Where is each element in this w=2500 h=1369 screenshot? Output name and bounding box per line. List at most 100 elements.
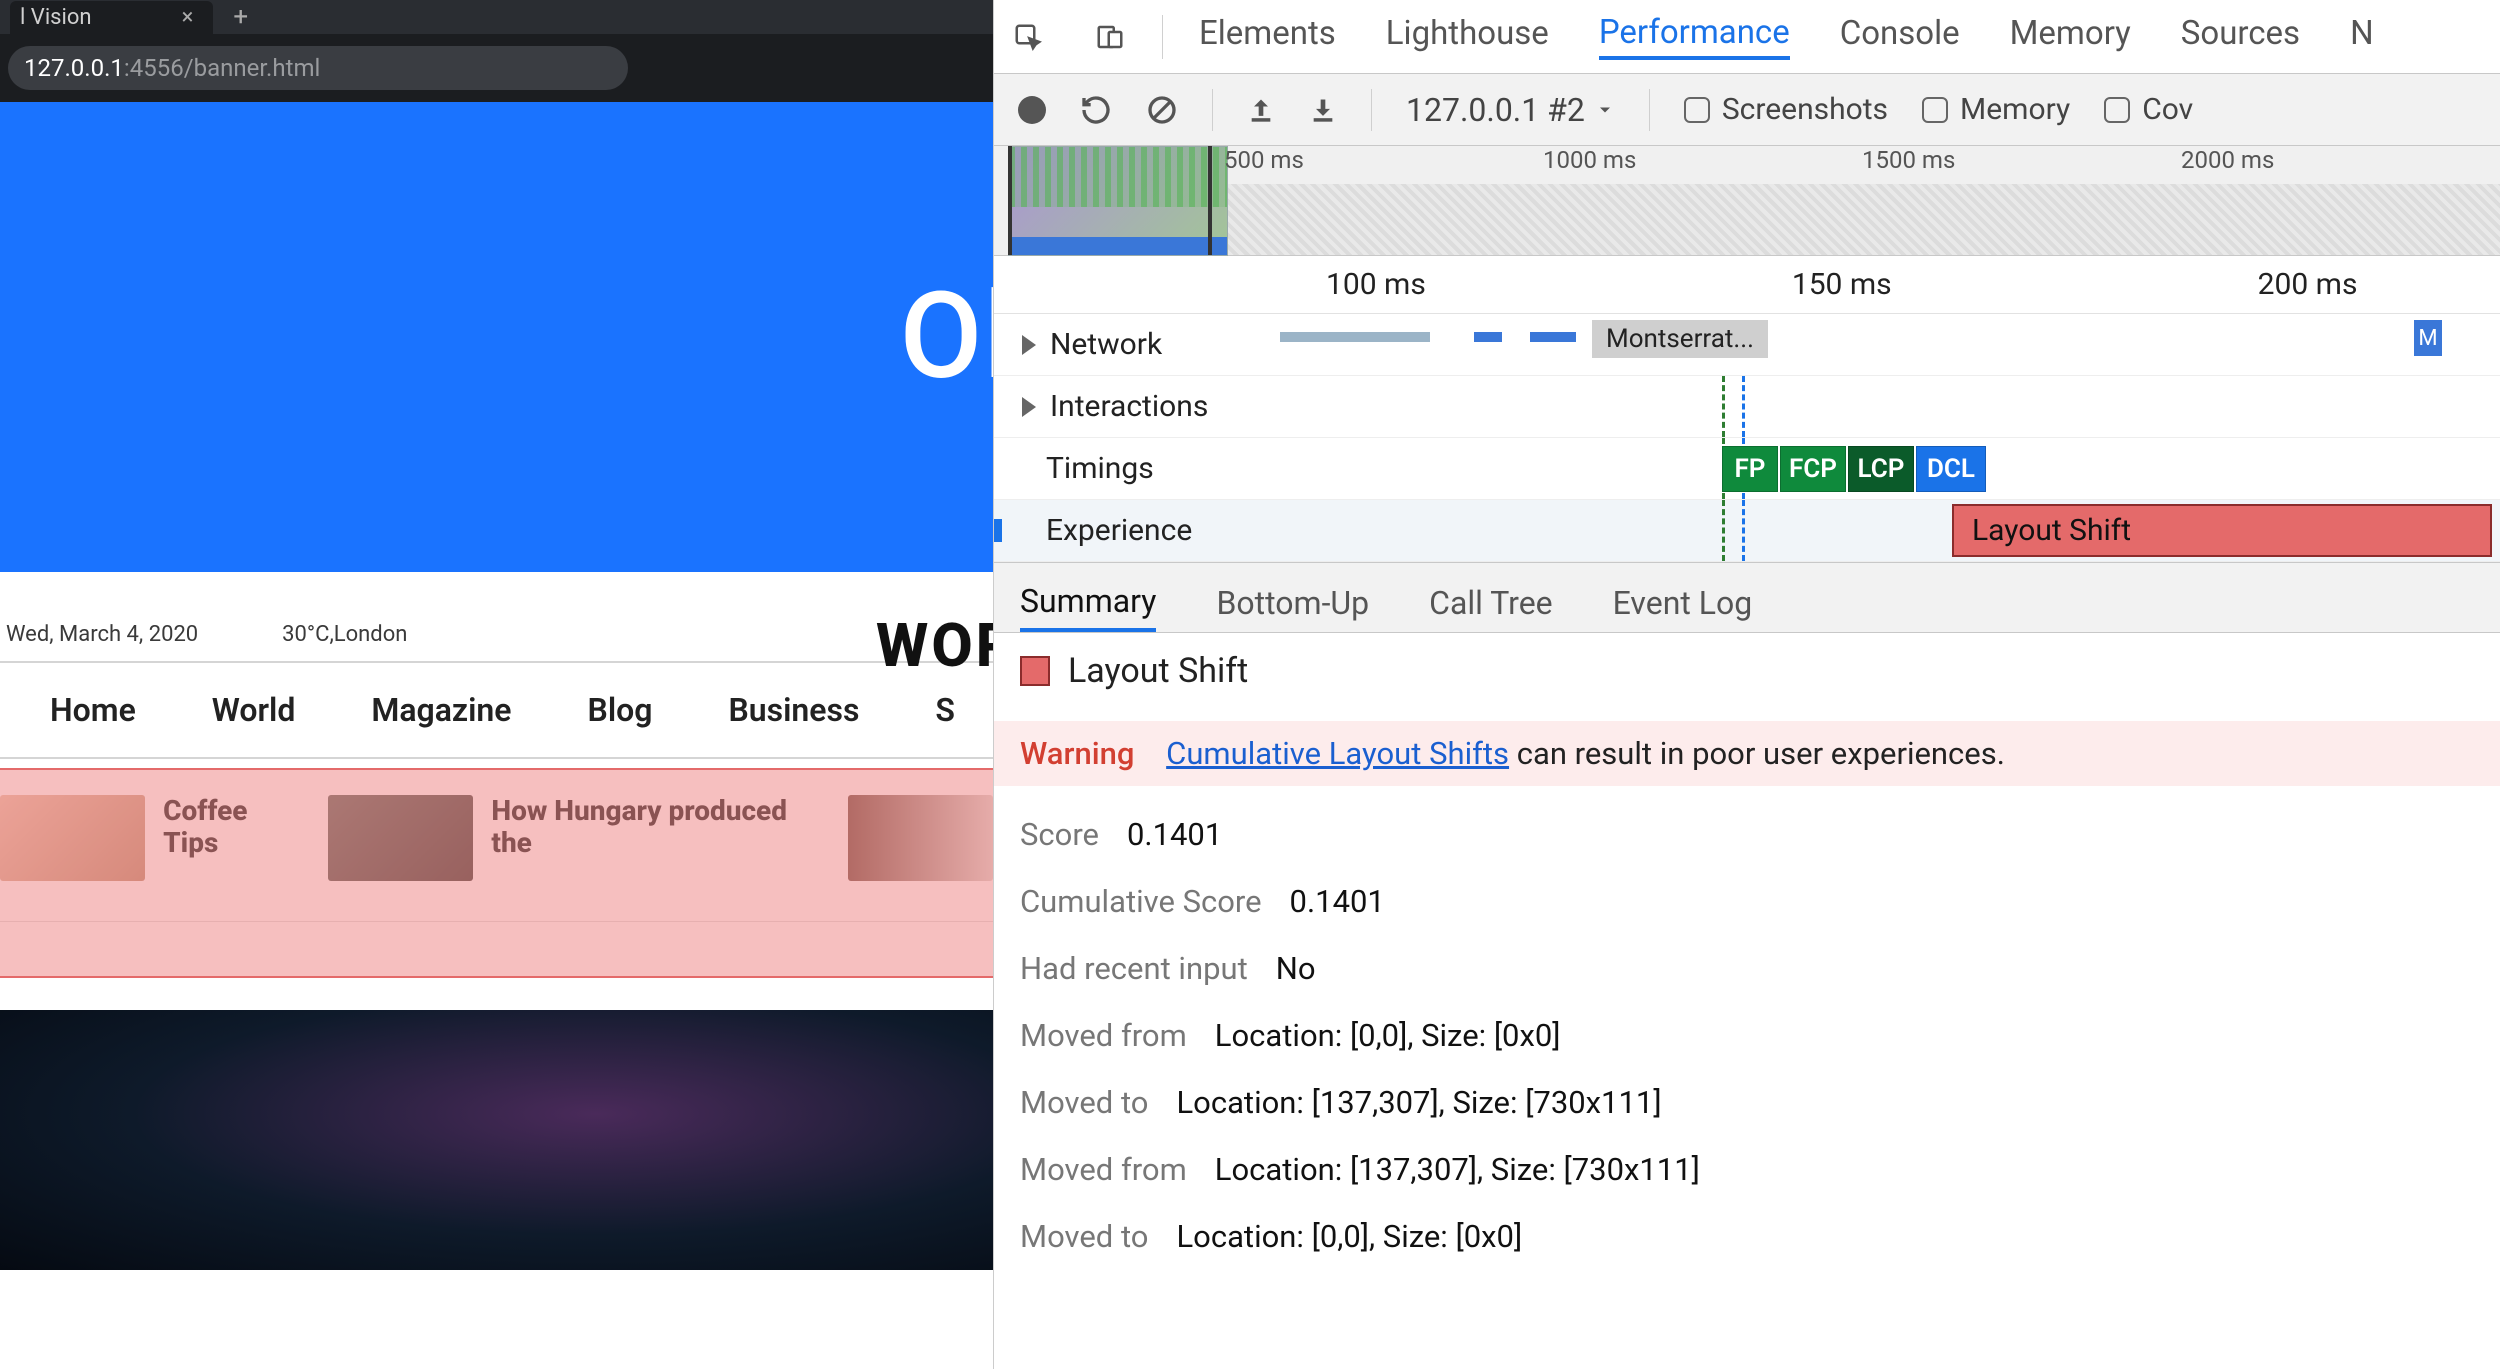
profile-select[interactable]: 127.0.0.1 #2 bbox=[1406, 91, 1615, 129]
inspect-icon[interactable] bbox=[1012, 22, 1044, 52]
download-icon[interactable] bbox=[1309, 96, 1337, 124]
network-segment[interactable] bbox=[1474, 332, 1502, 342]
separator bbox=[1649, 89, 1650, 131]
kv-row: Moved toLocation: [137,307], Size: [730x… bbox=[1020, 1084, 2474, 1121]
feature-image bbox=[0, 1010, 993, 1270]
nav-item-world[interactable]: World bbox=[212, 691, 296, 729]
date-bar: Wed, March 4, 2020 30°C,London WORL bbox=[0, 572, 993, 661]
weather-location: 30°C,London bbox=[282, 622, 407, 647]
separator bbox=[1162, 15, 1163, 59]
coverage-checkbox[interactable]: Cov bbox=[2104, 92, 2193, 127]
track-network[interactable]: Network Montserrat... M bbox=[994, 314, 2500, 376]
marker-dcl[interactable]: DCL bbox=[1916, 446, 1986, 492]
browser-window: l Vision × + 127.0.0.1:4556/banner.html … bbox=[0, 0, 993, 1369]
details-pane: Layout Shift Warning Cumulative Layout S… bbox=[994, 633, 2500, 1273]
ruler-tick: 100 ms bbox=[1326, 267, 1426, 302]
perf-overview[interactable]: 500 ms 1000 ms 1500 ms 2000 ms bbox=[994, 146, 2500, 256]
address-bar: 127.0.0.1:4556/banner.html bbox=[0, 34, 993, 102]
overview-range-handle-left[interactable] bbox=[1008, 146, 1012, 255]
chevron-right-icon[interactable] bbox=[1022, 335, 1036, 355]
warning-tail: can result in poor user experiences. bbox=[1509, 735, 2005, 772]
tab-sources[interactable]: Sources bbox=[2181, 14, 2300, 59]
warning-label: Warning bbox=[1020, 735, 1134, 772]
tab-lighthouse[interactable]: Lighthouse bbox=[1386, 14, 1549, 59]
address-input[interactable]: 127.0.0.1:4556/banner.html bbox=[8, 46, 628, 90]
current-date: Wed, March 4, 2020 bbox=[6, 622, 198, 647]
story-item[interactable]: Coffee Tips bbox=[0, 795, 304, 881]
overview-minimap[interactable] bbox=[1008, 146, 1228, 256]
kv-row: Cumulative Score0.1401 bbox=[1020, 883, 2474, 920]
track-timings[interactable]: Timings FP FCP LCP DCL bbox=[994, 438, 2500, 500]
tab-title: l Vision bbox=[20, 5, 92, 30]
address-host: 127.0.0.1 bbox=[24, 54, 124, 82]
tab-console[interactable]: Console bbox=[1840, 14, 1960, 59]
detail-tab-summary[interactable]: Summary bbox=[1020, 582, 1156, 632]
network-segment[interactable] bbox=[1280, 332, 1430, 342]
clear-icon[interactable] bbox=[1146, 94, 1178, 126]
kv-row: Score0.1401 bbox=[1020, 816, 2474, 853]
overview-ruler: 500 ms 1000 ms 1500 ms 2000 ms bbox=[1224, 146, 2500, 184]
new-tab-button[interactable]: + bbox=[233, 2, 248, 32]
ruler-tick: 500 ms bbox=[1224, 146, 1543, 184]
tab-memory[interactable]: Memory bbox=[2010, 14, 2131, 59]
ruler-tick: 150 ms bbox=[1792, 267, 1892, 302]
warning-row: Warning Cumulative Layout Shifts can res… bbox=[994, 721, 2500, 786]
browser-tabbar: l Vision × + bbox=[0, 0, 993, 34]
story-thumb bbox=[0, 795, 145, 881]
chevron-down-icon bbox=[1595, 100, 1615, 120]
detail-tab-event-log[interactable]: Event Log bbox=[1613, 584, 1753, 632]
network-segment[interactable] bbox=[1530, 332, 1576, 342]
chevron-right-icon[interactable] bbox=[1022, 397, 1036, 417]
device-toggle-icon[interactable] bbox=[1094, 22, 1126, 52]
nav-item-magazine[interactable]: Magazine bbox=[371, 691, 511, 729]
flame-ruler: 100 ms 150 ms 200 ms bbox=[994, 256, 2500, 314]
kv-row: Had recent inputNo bbox=[1020, 950, 2474, 987]
upload-icon[interactable] bbox=[1247, 96, 1275, 124]
details-heading: Layout Shift bbox=[1020, 651, 2474, 691]
overview-outside-range bbox=[1228, 184, 2500, 255]
network-resource[interactable]: Montserrat... bbox=[1592, 320, 1768, 358]
nav-item-blog[interactable]: Blog bbox=[588, 691, 653, 729]
detail-tab-bottom-up[interactable]: Bottom-Up bbox=[1216, 584, 1369, 632]
tab-more[interactable]: N bbox=[2350, 14, 2374, 59]
ruler-tick: 1500 ms bbox=[1862, 146, 2181, 184]
network-resource-short[interactable]: M bbox=[2414, 320, 2442, 356]
hero-banner: Oh bbox=[0, 102, 993, 572]
track-interactions[interactable]: Interactions bbox=[994, 376, 2500, 438]
record-button[interactable] bbox=[1018, 96, 1046, 124]
devtools-tabbar: Elements Lighthouse Performance Console … bbox=[994, 0, 2500, 74]
stories-strip: Coffee Tips How Hungary produced the bbox=[0, 759, 993, 922]
layout-shift-event[interactable]: Layout Shift bbox=[1952, 504, 2492, 557]
story-thumb bbox=[848, 795, 993, 881]
separator bbox=[1212, 89, 1213, 131]
marker-fp[interactable]: FP bbox=[1722, 446, 1778, 492]
address-path: :4556/banner.html bbox=[124, 54, 320, 82]
nav-item-home[interactable]: Home bbox=[50, 691, 136, 729]
reload-icon[interactable] bbox=[1080, 94, 1112, 126]
marker-lcp[interactable]: LCP bbox=[1848, 446, 1914, 492]
tab-performance[interactable]: Performance bbox=[1599, 13, 1790, 60]
nav-item-extra[interactable]: S bbox=[935, 691, 955, 729]
screenshots-checkbox[interactable]: Screenshots bbox=[1684, 92, 1888, 127]
kv-row: Moved fromLocation: [0,0], Size: [0x0] bbox=[1020, 1017, 2474, 1054]
nav-item-business[interactable]: Business bbox=[728, 691, 859, 729]
overview-range-handle-right[interactable] bbox=[1208, 146, 1212, 255]
story-title: How Hungary produced the bbox=[491, 795, 823, 859]
separator bbox=[1371, 89, 1372, 131]
story-item[interactable]: How Hungary produced the bbox=[328, 795, 823, 881]
tab-elements[interactable]: Elements bbox=[1199, 14, 1336, 59]
color-swatch bbox=[1020, 656, 1050, 686]
timing-vline bbox=[1722, 376, 1725, 437]
browser-tab[interactable]: l Vision × bbox=[10, 1, 213, 34]
ruler-tick: 2000 ms bbox=[2181, 146, 2500, 184]
page-viewport: Oh Wed, March 4, 2020 30°C,London WORL H… bbox=[0, 102, 993, 1270]
detail-tab-call-tree[interactable]: Call Tree bbox=[1429, 584, 1553, 632]
marker-fcp[interactable]: FCP bbox=[1780, 446, 1846, 492]
warning-link[interactable]: Cumulative Layout Shifts bbox=[1166, 735, 1509, 772]
detail-tabs: Summary Bottom-Up Call Tree Event Log bbox=[994, 563, 2500, 633]
close-icon[interactable]: × bbox=[182, 5, 194, 30]
perf-toolbar: 127.0.0.1 #2 Screenshots Memory Cov bbox=[994, 74, 2500, 146]
track-experience[interactable]: Experience Layout Shift bbox=[994, 500, 2500, 562]
story-title: Coffee Tips bbox=[163, 795, 304, 859]
memory-checkbox[interactable]: Memory bbox=[1922, 92, 2070, 127]
